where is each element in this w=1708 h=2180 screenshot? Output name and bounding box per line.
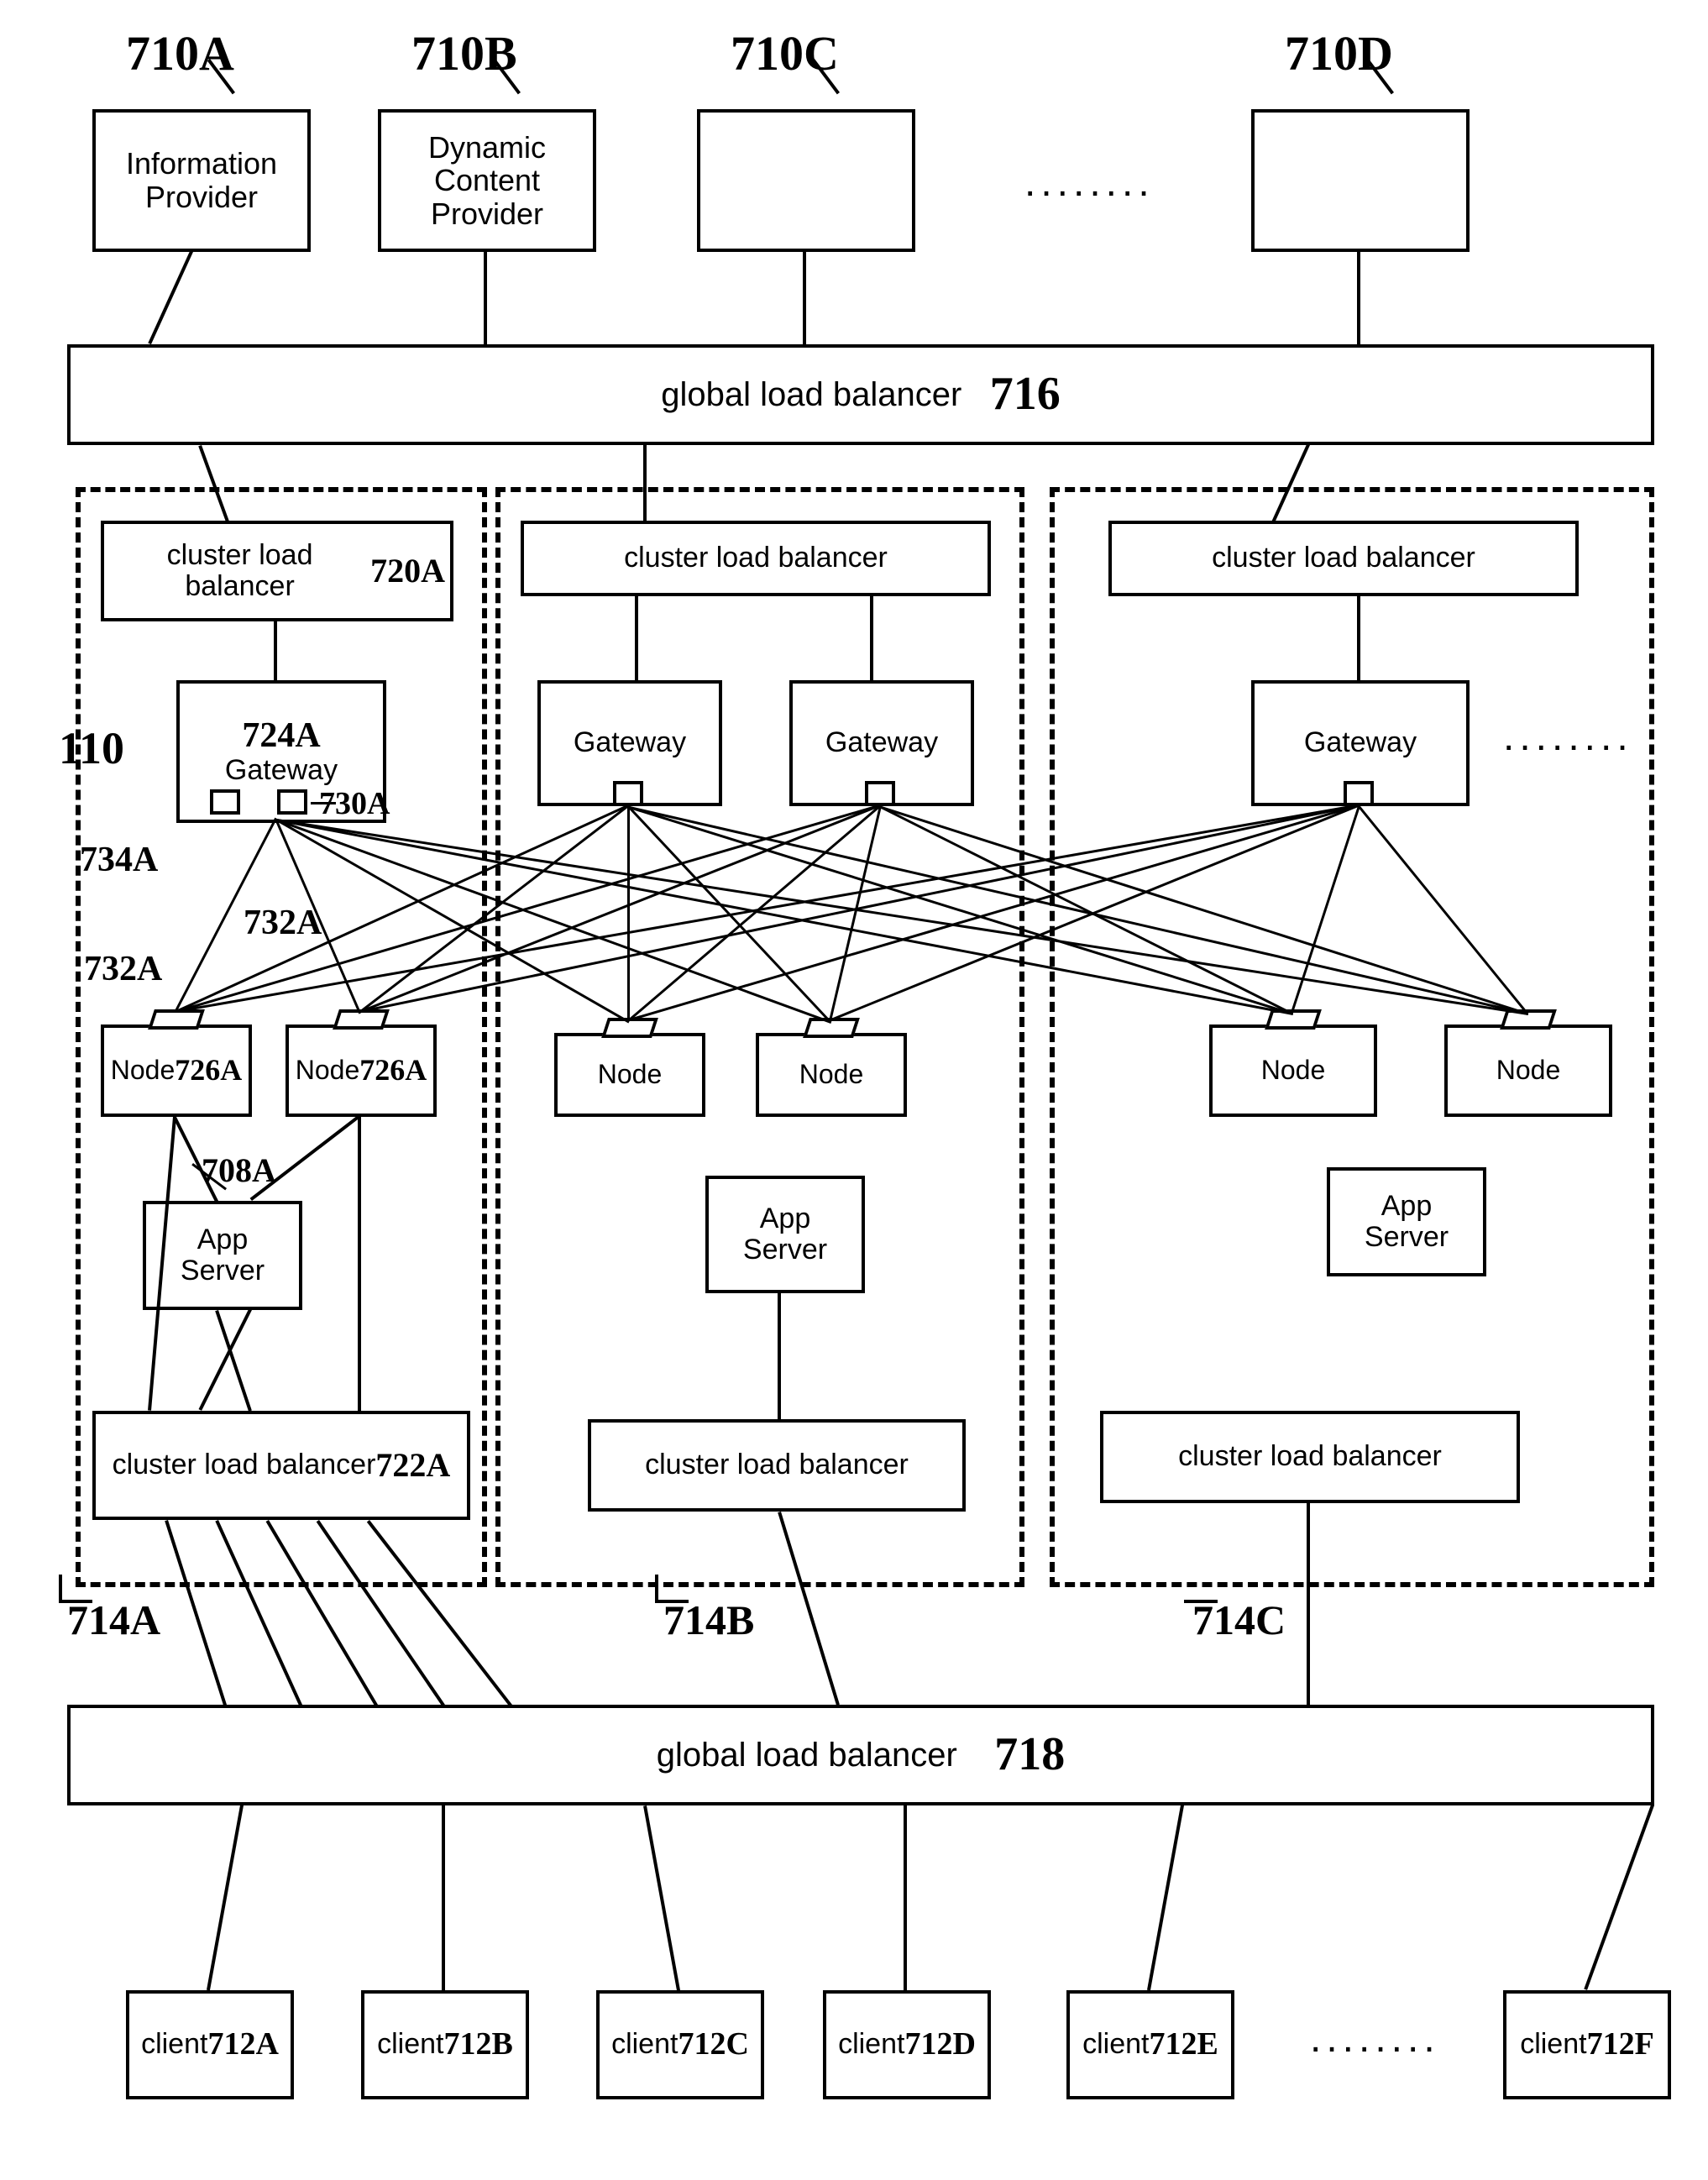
- glb-top: global load balancer 716: [67, 344, 1654, 445]
- gateway-a-leftport-ref: 734A: [80, 840, 158, 880]
- gateway-a-port-right: [277, 789, 307, 815]
- clb-bot-a-ref: 722A: [375, 1447, 450, 1484]
- glb-bot: global load balancer 718: [67, 1705, 1654, 1805]
- glb-bot-ref: 718: [994, 1729, 1065, 1781]
- client-0: client712A: [126, 1990, 294, 2099]
- provider-box-3: [1251, 109, 1470, 252]
- client-2: client712C: [596, 1990, 764, 2099]
- glb-bot-label: global load balancer: [657, 1737, 957, 1774]
- client-3: client712D: [823, 1990, 991, 2099]
- node-0-ref: 726A: [175, 1054, 242, 1087]
- client-0-ref: 712A: [207, 2027, 278, 2062]
- clb-bot-c: cluster load balancer: [1100, 1411, 1520, 1503]
- client-5-ref: 712F: [1587, 2027, 1654, 2062]
- edge-ref-a: 732A: [84, 949, 162, 989]
- client-2-ref: 712C: [678, 2027, 748, 2062]
- client-1: client712B: [361, 1990, 529, 2099]
- clb-bot-b: cluster load balancer: [588, 1419, 966, 1512]
- node-2: Node: [554, 1033, 705, 1117]
- clb-top-b: cluster load balancer: [521, 521, 991, 596]
- gateway-a-topref: 724A: [242, 716, 320, 755]
- node-1: Node726A: [286, 1024, 437, 1117]
- app-b: AppServer: [705, 1176, 865, 1293]
- clb-top-a-ref: 720A: [370, 553, 445, 590]
- glb-top-label: global load balancer: [661, 376, 961, 413]
- node-0: Node726A: [101, 1024, 252, 1117]
- glb-top-ref: 716: [990, 369, 1061, 421]
- gateway-b1-port: [613, 781, 643, 806]
- dots-gateways: ........: [1503, 714, 1633, 760]
- dots-clients: ........: [1310, 2015, 1440, 2062]
- cluster-a-leftref: 110: [59, 722, 124, 774]
- client-3-ref: 712D: [904, 2027, 975, 2062]
- app-c: AppServer: [1327, 1167, 1486, 1276]
- node-1-ref: 726A: [359, 1054, 427, 1087]
- client-4: client712E: [1066, 1990, 1234, 2099]
- client-5: client712F: [1503, 1990, 1671, 2099]
- dots-providers: ........: [1024, 160, 1155, 206]
- client-4-ref: 712E: [1150, 2027, 1218, 2062]
- clb-bot-a: cluster load balancer722A: [92, 1411, 470, 1520]
- node-5: Node: [1444, 1024, 1612, 1117]
- gateway-b2-port: [865, 781, 895, 806]
- clb-top-a: cluster load balancer720A: [101, 521, 453, 621]
- gateway-a-port-left: [210, 789, 240, 815]
- gateway-c-port: [1344, 781, 1374, 806]
- provider-box-1: DynamicContentProvider: [378, 109, 596, 252]
- provider-box-2: [697, 109, 915, 252]
- provider-box-0: InformationProvider: [92, 109, 311, 252]
- client-1-ref: 712B: [444, 2027, 513, 2062]
- app-a-ref: 708A: [202, 1150, 276, 1190]
- node-3: Node: [756, 1033, 907, 1117]
- node-4: Node: [1209, 1024, 1377, 1117]
- edge-ref-b: 732A: [244, 903, 322, 943]
- clb-top-c: cluster load balancer: [1108, 521, 1579, 596]
